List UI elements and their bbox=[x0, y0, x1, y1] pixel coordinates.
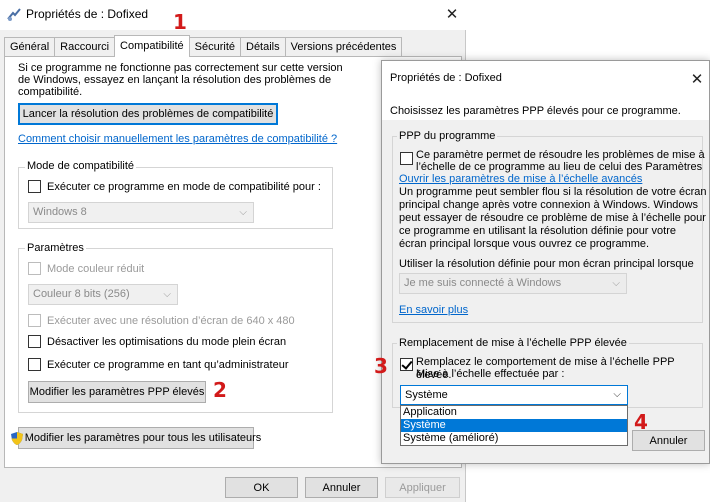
checkbox-box[interactable] bbox=[28, 180, 41, 193]
run-admin-label: Exécuter ce programme en tant qu’adminis… bbox=[47, 358, 289, 371]
close-icon[interactable]: ✕ bbox=[443, 5, 461, 23]
program-dpi-title: PPP du programme bbox=[397, 130, 498, 142]
resolution-select: Je me suis connecté à Windows ⌵ bbox=[399, 273, 627, 294]
program-dpi-desc-2: principal change après votre connexion à… bbox=[399, 199, 698, 211]
reduced-color-label: Mode couleur réduit bbox=[47, 262, 145, 275]
app-icon bbox=[6, 7, 22, 23]
window-title: Propriétés de : Dofixed bbox=[26, 7, 149, 21]
all-users-label: Modifier les paramètres pour tous les ut… bbox=[24, 432, 262, 444]
use-resolution-label: Utiliser la résolution définie pour mon … bbox=[399, 258, 694, 270]
annotation-4: 4 bbox=[634, 410, 648, 434]
dpi-heading: Choisissez les paramètres PPP élevés pou… bbox=[390, 105, 681, 117]
intro-line-3: compatibilité. bbox=[18, 86, 83, 98]
program-dpi-line-1: Ce paramètre permet de résoudre les prob… bbox=[416, 149, 705, 161]
ok-button[interactable]: OK bbox=[225, 477, 298, 498]
compat-mode-label: Exécuter ce programme en mode de compati… bbox=[47, 180, 321, 193]
intro-line-1: Si ce programme ne fonctionne pas correc… bbox=[18, 62, 343, 74]
settings-title: Paramètres bbox=[25, 242, 86, 254]
run-640-label: Exécuter avec une résolution d’écran de … bbox=[47, 314, 295, 327]
disable-fullscreen-label: Désactiver les optimisations du mode ple… bbox=[47, 335, 287, 348]
option-system[interactable]: Système bbox=[401, 419, 627, 432]
annotation-1: 1 bbox=[173, 10, 187, 34]
cancel-button[interactable]: Annuler bbox=[305, 477, 378, 498]
run-admin-checkbox[interactable]: Exécuter ce programme en tant qu’adminis… bbox=[28, 358, 289, 371]
option-application[interactable]: Application bbox=[401, 406, 627, 419]
advanced-scaling-link[interactable]: Ouvrir les paramètres de mise à l’échell… bbox=[399, 173, 642, 185]
resolution-select-value: Je me suis connecté à Windows bbox=[404, 277, 562, 289]
chevron-down-icon: ⌵ bbox=[239, 207, 247, 218]
program-dpi-desc-3: peut essayer de résoudre ce problème de … bbox=[399, 212, 706, 224]
chevron-down-icon: ⌵ bbox=[163, 289, 171, 300]
chevron-down-icon: ⌵ bbox=[612, 278, 620, 289]
titlebar: Propriétés de : Dofixed ✕ bbox=[382, 61, 709, 97]
program-dpi-desc-4: ce programme en utilisant la résolution … bbox=[399, 225, 676, 237]
color-depth-value: Couleur 8 bits (256) bbox=[33, 288, 130, 300]
program-dpi-desc-5: écran principal lorsque vous ouvrez ce p… bbox=[399, 238, 650, 250]
compat-mode-checkbox[interactable]: Exécuter ce programme en mode de compati… bbox=[28, 180, 321, 193]
tab-shortcut[interactable]: Raccourci bbox=[54, 37, 116, 57]
compat-mode-title: Mode de compatibilité bbox=[25, 160, 137, 172]
disable-fullscreen-checkbox[interactable]: Désactiver les optimisations du mode ple… bbox=[28, 335, 286, 348]
scaling-select[interactable]: Système ⌵ bbox=[400, 385, 628, 405]
option-system-enhanced[interactable]: Système (amélioré) bbox=[401, 432, 627, 445]
override-checkbox[interactable] bbox=[400, 358, 413, 371]
reduced-color-checkbox: Mode couleur réduit bbox=[28, 262, 144, 275]
close-icon[interactable]: ✕ bbox=[688, 70, 706, 88]
titlebar: Propriétés de : Dofixed ✕ bbox=[0, 0, 466, 30]
checkbox-box[interactable] bbox=[28, 358, 41, 371]
tab-general[interactable]: Général bbox=[4, 37, 56, 57]
os-version-value: Windows 8 bbox=[33, 206, 87, 218]
tab-strip: Général Raccourci Compatibilité Sécurité… bbox=[4, 35, 403, 57]
apply-button: Appliquer bbox=[385, 477, 460, 498]
run-640-checkbox: Exécuter avec une résolution d’écran de … bbox=[28, 314, 295, 327]
chevron-down-icon: ⌵ bbox=[613, 389, 621, 400]
tab-previous-versions[interactable]: Versions précédentes bbox=[284, 37, 403, 57]
annotation-3: 3 bbox=[374, 354, 388, 378]
manual-settings-link[interactable]: Comment choisir manuellement les paramèt… bbox=[18, 133, 337, 145]
program-dpi-checkbox[interactable] bbox=[400, 152, 413, 165]
annotation-2: 2 bbox=[213, 378, 227, 402]
tab-compatibility[interactable]: Compatibilité bbox=[114, 35, 190, 57]
program-dpi-desc-1: Un programme peut sembler flou si la rés… bbox=[399, 186, 707, 198]
checkbox-box bbox=[28, 314, 41, 327]
scaling-select-value: Système bbox=[405, 389, 448, 401]
learn-more-link[interactable]: En savoir plus bbox=[399, 304, 468, 316]
tab-security[interactable]: Sécurité bbox=[188, 37, 241, 57]
tab-details[interactable]: Détails bbox=[240, 37, 286, 57]
program-dpi-line-2: l’échelle de ce programme au lieu de cel… bbox=[416, 161, 703, 173]
color-depth-select: Couleur 8 bits (256) ⌵ bbox=[28, 284, 178, 305]
checkbox-box[interactable] bbox=[28, 335, 41, 348]
override-line-2: Mise à l’échelle effectuée par : bbox=[416, 368, 565, 380]
shield-icon bbox=[10, 431, 23, 445]
high-dpi-settings-button[interactable]: Modifier les paramètres PPP élevés bbox=[28, 381, 206, 403]
checkbox-box bbox=[28, 262, 41, 275]
scaling-dropdown: Application Système Système (amélioré) bbox=[400, 405, 628, 446]
window-title: Propriétés de : Dofixed bbox=[390, 72, 502, 84]
override-title: Remplacement de mise à l’échelle PPP éle… bbox=[397, 337, 629, 349]
os-version-select: Windows 8 ⌵ bbox=[28, 202, 254, 223]
troubleshoot-button[interactable]: Lancer la résolution des problèmes de co… bbox=[18, 103, 278, 125]
all-users-settings-button[interactable]: Modifier les paramètres pour tous les ut… bbox=[10, 427, 261, 449]
intro-line-2: de Windows, essayez en lançant la résolu… bbox=[18, 74, 332, 86]
